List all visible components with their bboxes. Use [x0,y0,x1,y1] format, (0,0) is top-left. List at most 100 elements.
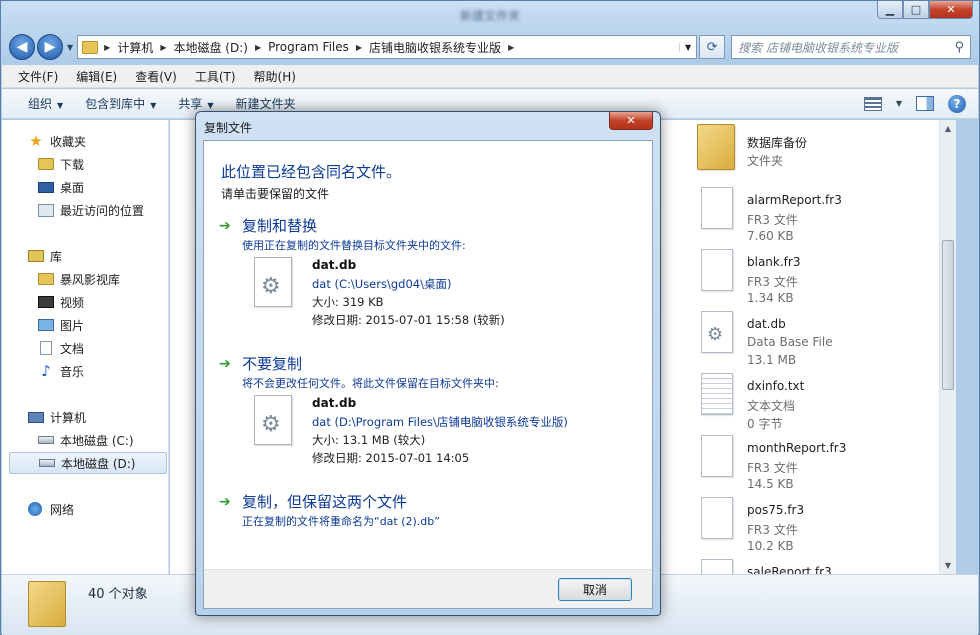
file-item[interactable]: saleReport.fr3 [697,549,954,574]
sub-instruction: 请单击要保留的文件 [221,187,330,201]
forward-button[interactable]: ▶ [37,34,63,60]
file-size: 大小: 13.1 MB (较大) [312,433,426,447]
menu-view[interactable]: 查看(V) [127,68,187,85]
close-button[interactable]: ✕ [929,1,973,19]
maximize-button[interactable]: □ [903,1,929,19]
refresh-button[interactable]: ⟳ [699,35,726,59]
breadcrumb-current-folder[interactable]: 店铺电脑收银系统专业版 [364,39,506,56]
nav-documents[interactable]: 文档 [2,337,167,359]
nav-disk-c[interactable]: 本地磁盘 (C:) [2,429,167,451]
copy-keep-both-option[interactable]: ➔ 复制，但保留这两个文件 正在复制的文件将重命名为“dat (2).db” [219,491,649,531]
folder-icon [82,40,99,54]
caption-buttons: ▁ □ ✕ [877,1,973,19]
cancel-button[interactable]: 取消 [558,578,632,601]
change-view-icon[interactable] [863,96,882,111]
dont-copy-option[interactable]: ➔ 不要复制 将不会更改任何文件。将此文件保留在目标文件夹中: ⚙ dat.db… [219,353,649,465]
text-file-icon [701,373,733,415]
back-button[interactable]: ◀ [9,34,35,60]
file-name: dat.db [747,317,786,331]
database-file-icon: ⚙ [254,395,292,445]
organize-button[interactable]: 组织 ▼ [20,95,77,112]
item-count: 40 个对象 [88,587,148,602]
address-dropdown-chevron-icon[interactable]: ▼ [679,42,696,52]
file-name: monthReport.fr3 [747,441,847,455]
address-bar[interactable]: ▶ 计算机 ▶ 本地磁盘 (D:) ▶ Program Files ▶ 店铺电脑… [77,35,698,59]
nav-desktop[interactable]: 桌面 [2,176,167,198]
recent-places-icon [38,203,54,217]
nav-disk-d[interactable]: 本地磁盘 (D:) [9,452,167,474]
chevron-down-icon: ▼ [207,101,214,110]
menu-edit[interactable]: 编辑(E) [68,68,127,85]
breadcrumb-separator-icon[interactable]: ▶ [102,43,112,52]
file-item[interactable]: 数据库备份 文件夹 [697,120,954,182]
nav-downloads[interactable]: 下载 [2,153,167,175]
breadcrumb-program-files[interactable]: Program Files [263,40,354,54]
file-item[interactable]: monthReport.fr3 FR3 文件 14.5 KB [697,425,954,491]
nav-pictures[interactable]: 图片 [2,314,167,336]
nav-favorites[interactable]: ★ 收藏夹 [2,130,167,152]
file-item[interactable]: alarmReport.fr3 FR3 文件 7.60 KB [697,177,954,243]
file-item[interactable]: dxinfo.txt 文本文档 0 字节 [697,363,954,431]
file-type: FR3 文件 [747,461,798,475]
file-icon [701,435,733,477]
library-icon [28,250,44,262]
search-icon[interactable]: ⚲ [954,40,964,55]
folder-icon [697,124,735,170]
scrollbar-thumb[interactable] [942,240,954,390]
breadcrumb-computer[interactable]: 计算机 [112,39,158,56]
nav-libraries[interactable]: 库 [2,245,167,267]
breadcrumb-separator-icon[interactable]: ▶ [354,43,364,52]
nav-videos[interactable]: 视频 [2,291,167,313]
window-title: 新建文件夹 [459,9,520,23]
include-in-library-button[interactable]: 包含到库中 ▼ [77,95,170,112]
nav-network[interactable]: 网络 [2,498,167,520]
scroll-down-icon[interactable]: ▼ [940,557,956,574]
breadcrumb-separator-icon[interactable]: ▶ [253,43,263,52]
new-folder-button[interactable]: 新建文件夹 [228,95,310,112]
file-name: saleReport.fr3 [747,565,832,574]
file-path: dat (C:\Users\gd04\桌面) [312,277,452,291]
search-placeholder: 搜索 店铺电脑收银系统专业版 [738,40,898,55]
folder-icon [28,581,66,627]
share-button[interactable]: 共享 ▼ [170,95,227,112]
explorer-titlebar: 新建文件夹 ▁ □ ✕ [1,1,979,29]
breadcrumb-disk-d[interactable]: 本地磁盘 (D:) [168,39,252,56]
search-input[interactable]: 搜索 店铺电脑收银系统专业版 ⚲ [731,35,971,59]
menu-file[interactable]: 文件(F) [10,68,68,85]
file-type: Data Base File [747,335,833,349]
minimize-button[interactable]: ▁ [877,1,903,19]
dialog-close-button[interactable]: ✕ [609,112,653,130]
scroll-up-icon[interactable]: ▲ [940,120,956,137]
file-item[interactable]: pos75.fr3 FR3 文件 10.2 KB [697,487,954,553]
nav-music[interactable]: ♪ 音乐 [2,360,167,382]
option-title: 不要复制 [242,355,303,373]
menu-tools[interactable]: 工具(T) [187,68,246,85]
preview-pane-icon[interactable] [916,96,934,111]
menu-help[interactable]: 帮助(H) [246,68,306,85]
file-modified-date: 修改日期: 2015-07-01 15:58 (较新) [312,313,505,327]
file-item[interactable]: blank.fr3 FR3 文件 1.34 KB [697,239,954,305]
database-file-icon: ⚙ [254,257,292,307]
view-options-chevron-icon[interactable]: ▼ [896,99,902,108]
recent-pages-chevron-icon[interactable]: ▼ [67,43,73,52]
file-icon [701,249,733,291]
breadcrumb-separator-icon[interactable]: ▶ [506,43,516,52]
nav-recent-places[interactable]: 最近访问的位置 [2,199,167,221]
green-arrow-icon: ➔ [219,356,231,372]
option-description: 使用正在复制的文件替换目标文件夹中的文件: [242,239,466,252]
green-arrow-icon: ➔ [219,494,231,510]
desktop-icon [38,181,54,193]
help-icon[interactable]: ? [948,94,966,113]
downloads-folder-icon [38,158,54,170]
file-icon [701,559,733,574]
music-note-icon: ♪ [41,362,51,380]
navigation-bar: ◀ ▶ ▼ ▶ 计算机 ▶ 本地磁盘 (D:) ▶ Program Files … [9,33,971,61]
nav-computer[interactable]: 计算机 [2,406,167,428]
file-type: FR3 文件 [747,275,798,289]
copy-and-replace-option[interactable]: ➔ 复制和替换 使用正在复制的文件替换目标文件夹中的文件: ⚙ dat.db d… [219,215,649,327]
nav-baofeng-library[interactable]: 暴风影视库 [2,268,167,290]
vertical-scrollbar[interactable]: ▲ ▼ [939,120,956,574]
file-item[interactable]: ⚙ dat.db Data Base File 13.1 MB [697,301,954,367]
copy-file-dialog: 复制文件 ✕ 此位置已经包含同名文件。 请单击要保留的文件 ➔ 复制和替换 使用… [195,111,661,616]
breadcrumb-separator-icon[interactable]: ▶ [158,43,168,52]
